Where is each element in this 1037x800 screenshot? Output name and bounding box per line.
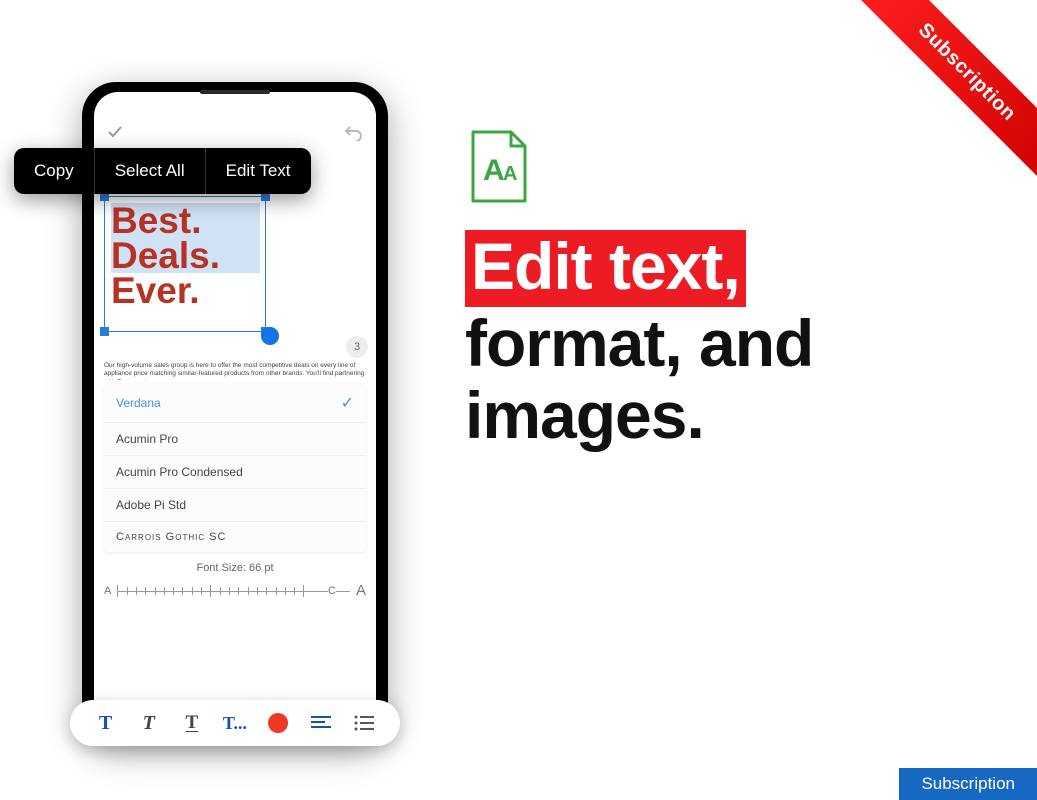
svg-text:A: A: [503, 163, 517, 185]
slider-c-label: C: [328, 585, 336, 597]
color-circle-icon: [268, 713, 288, 733]
phone-screen: L TOWNSEND Best. Deals. Ever. 3: [94, 114, 376, 670]
subscription-bottom-label: Subscription: [899, 768, 1037, 800]
font-option-verdana[interactable]: Verdana ✓: [104, 384, 366, 423]
document-body-text: Our high-volume sales group is here to o…: [104, 362, 366, 380]
size-small-a: A: [104, 585, 111, 597]
text-context-menu: Copy Select All Edit Text: [14, 148, 311, 194]
font-option-carrois[interactable]: Carrois Gothic SC: [104, 522, 366, 552]
headline-area: A A Edit text, format, and images.: [465, 130, 1005, 452]
headline-text: Edit text, format, and images.: [465, 230, 1005, 452]
selection-handle-bl[interactable]: [100, 327, 109, 336]
font-picker-panel: Verdana ✓ Acumin Pro Acumin Pro Condense…: [104, 384, 366, 552]
page-number-badge: 3: [346, 336, 368, 358]
list-icon: [354, 715, 374, 731]
context-copy[interactable]: Copy: [14, 148, 95, 194]
font-size-slider[interactable]: C: [117, 584, 350, 598]
font-option-acumin-pro[interactable]: Acumin Pro: [104, 423, 366, 456]
fill-color-button[interactable]: [263, 708, 293, 738]
selected-text: Best. Deals. Ever.: [111, 203, 260, 308]
text-color-button[interactable]: T...: [220, 708, 250, 738]
font-option-adobe-pi[interactable]: Adobe Pi Std: [104, 489, 366, 522]
context-select-all[interactable]: Select All: [95, 148, 206, 194]
font-size-label: Font Size: 66 pt: [94, 562, 376, 574]
ribbon-label: Subscription: [914, 19, 1021, 126]
svg-text:A: A: [483, 154, 505, 187]
phone-speaker: [200, 90, 270, 94]
selection-caret[interactable]: [261, 327, 279, 345]
undo-icon[interactable]: [344, 123, 364, 141]
formatting-toolbar: T T T T...: [70, 700, 400, 746]
context-edit-text[interactable]: Edit Text: [206, 148, 311, 194]
list-button[interactable]: [349, 708, 379, 738]
selection-box[interactable]: Best. Deals. Ever.: [104, 196, 266, 332]
headline-rest: format, and images.: [465, 306, 813, 453]
text-selection-area[interactable]: Best. Deals. Ever.: [104, 196, 366, 336]
size-large-a: A: [356, 582, 366, 599]
edit-text-doc-icon: A A: [469, 130, 529, 205]
bold-button[interactable]: T: [91, 708, 121, 738]
check-icon[interactable]: [106, 123, 124, 141]
italic-button[interactable]: T: [134, 708, 164, 738]
headline-highlight: Edit text,: [465, 230, 746, 307]
align-button[interactable]: [306, 708, 336, 738]
align-icon: [311, 715, 331, 731]
underline-button[interactable]: T: [177, 708, 207, 738]
app-topbar: [94, 114, 376, 150]
font-option-acumin-condensed[interactable]: Acumin Pro Condensed: [104, 456, 366, 489]
font-size-slider-row: A: [104, 582, 366, 599]
checkmark-icon: ✓: [341, 393, 354, 413]
